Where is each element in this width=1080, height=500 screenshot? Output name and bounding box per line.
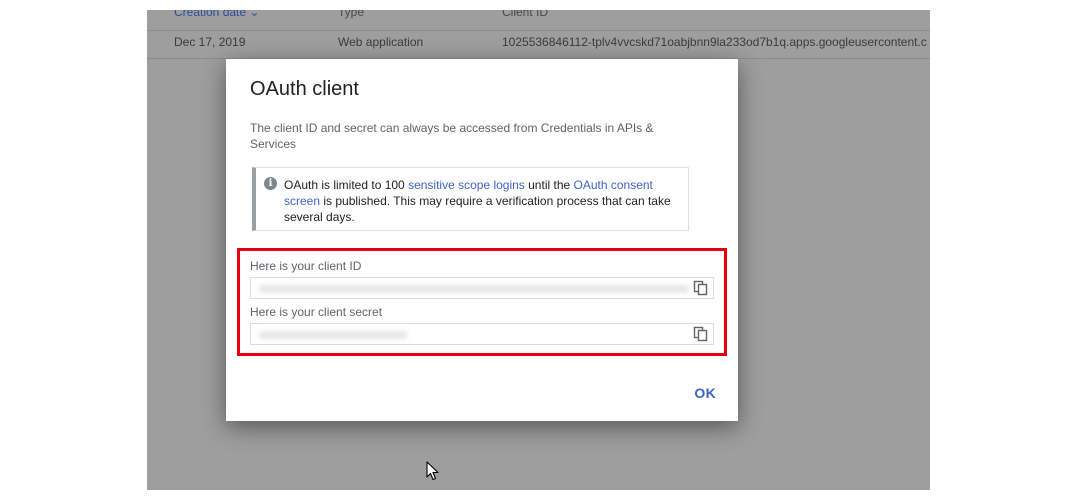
client-secret-value-redacted xyxy=(259,331,407,339)
copy-icon[interactable] xyxy=(693,280,709,296)
info-text-part: is published. This may require a verific… xyxy=(284,194,671,224)
client-secret-field[interactable] xyxy=(250,323,714,345)
column-header-type: Type xyxy=(338,10,365,19)
client-id-value-redacted xyxy=(259,285,689,293)
oauth-client-dialog: OAuth client The client ID and secret ca… xyxy=(226,59,738,421)
info-text-part: until the xyxy=(524,178,574,192)
info-icon: i xyxy=(264,177,277,190)
client-id-field[interactable] xyxy=(250,277,714,299)
credentials-table-header: Creation date ⌄ Type Client ID xyxy=(147,10,930,30)
dialog-title: OAuth client xyxy=(250,78,359,100)
mouse-cursor xyxy=(426,461,439,481)
info-text-part: OAuth is limited to 100 xyxy=(284,178,409,192)
ok-button[interactable]: OK xyxy=(694,385,716,401)
cell-client-id: 1025536846112-tplv4vvcskd71oabjbnn9la233… xyxy=(502,35,927,49)
client-secret-label: Here is your client secret xyxy=(250,305,383,319)
client-id-label: Here is your client ID xyxy=(250,259,362,273)
copy-icon[interactable] xyxy=(693,326,709,342)
chevron-down-icon: ⌄ xyxy=(249,10,260,19)
column-header-creation-date[interactable]: Creation date ⌄ xyxy=(174,10,259,19)
cell-creation-date: Dec 17, 2019 xyxy=(174,35,246,49)
info-text: OAuth is limited to 100 sensitive scope … xyxy=(284,177,679,225)
sensitive-scope-logins-link[interactable]: sensitive scope logins xyxy=(408,178,525,192)
dialog-description: The client ID and secret can always be a… xyxy=(250,121,654,151)
column-header-client-id: Client ID xyxy=(502,10,549,19)
cell-type: Web application xyxy=(338,35,424,49)
info-callout: i OAuth is limited to 100 sensitive scop… xyxy=(252,167,689,231)
table-row[interactable]: Dec 17, 2019 Web application 10255368461… xyxy=(147,31,930,58)
